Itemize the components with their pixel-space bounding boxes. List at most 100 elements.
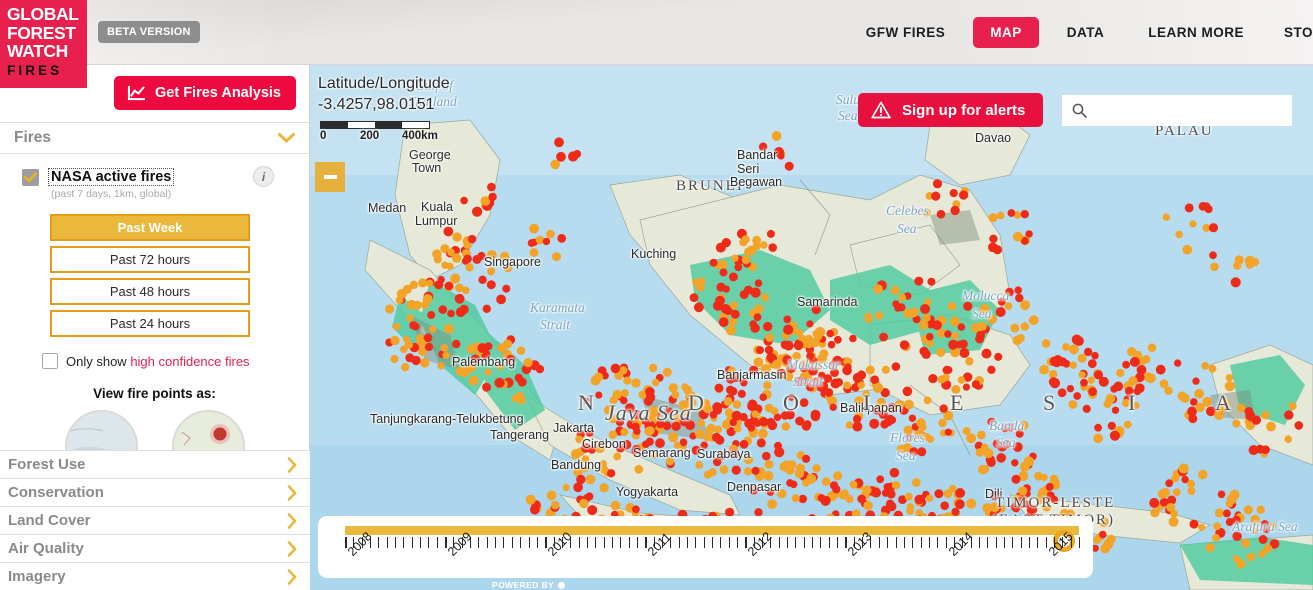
fire-point[interactable] <box>573 482 583 493</box>
fire-point[interactable] <box>826 329 834 338</box>
fire-point[interactable] <box>996 453 1006 463</box>
fire-point[interactable] <box>926 339 935 348</box>
fire-point[interactable] <box>943 489 953 499</box>
fire-point[interactable] <box>623 376 632 385</box>
fire-point[interactable] <box>437 362 445 370</box>
fire-point[interactable] <box>1208 223 1219 233</box>
get-fires-analysis-button[interactable]: Get Fires Analysis <box>114 76 296 110</box>
fire-point[interactable] <box>857 370 866 379</box>
fire-point[interactable] <box>834 378 843 387</box>
fire-point[interactable] <box>1083 347 1093 357</box>
section-header-fires[interactable]: Fires <box>0 123 309 154</box>
fire-point[interactable] <box>488 192 497 202</box>
fire-point[interactable] <box>725 325 736 336</box>
fire-point[interactable] <box>1209 251 1217 260</box>
fire-point[interactable] <box>557 234 567 243</box>
fire-point[interactable] <box>1168 516 1179 527</box>
fire-point[interactable] <box>768 243 777 252</box>
fire-point[interactable] <box>1016 334 1025 343</box>
fire-point[interactable] <box>1041 339 1051 348</box>
fire-point[interactable] <box>955 488 966 498</box>
fire-point[interactable] <box>454 293 465 304</box>
fire-point[interactable] <box>1174 359 1182 367</box>
fire-point[interactable] <box>552 252 561 262</box>
fire-point[interactable] <box>751 466 760 475</box>
fire-point[interactable] <box>525 494 536 505</box>
fire-point[interactable] <box>411 322 420 331</box>
fire-point[interactable] <box>1103 399 1112 409</box>
fire-point[interactable] <box>554 137 564 148</box>
fire-point[interactable] <box>444 323 454 334</box>
fire-point[interactable] <box>806 320 814 328</box>
fire-point[interactable] <box>829 403 837 411</box>
fire-point[interactable] <box>921 349 931 359</box>
fire-point[interactable] <box>976 330 985 340</box>
fire-point[interactable] <box>1093 433 1103 444</box>
fire-point[interactable] <box>1217 490 1226 499</box>
fire-point[interactable] <box>1135 383 1145 394</box>
fire-point[interactable] <box>812 329 821 338</box>
fire-point[interactable] <box>753 357 764 368</box>
fire-point[interactable] <box>530 504 540 515</box>
fire-point[interactable] <box>783 315 792 324</box>
fire-point[interactable] <box>810 409 821 420</box>
fire-point[interactable] <box>754 279 763 287</box>
fire-point[interactable] <box>632 505 640 514</box>
fire-point[interactable] <box>794 468 805 479</box>
fire-point[interactable] <box>784 465 795 475</box>
fire-point[interactable] <box>879 332 888 342</box>
fire-point[interactable] <box>876 475 885 484</box>
fire-point[interactable] <box>1194 388 1205 399</box>
fire-point[interactable] <box>981 348 992 359</box>
accordion-item-conservation[interactable]: Conservation <box>0 478 310 506</box>
fire-point[interactable] <box>756 346 764 355</box>
fire-point[interactable] <box>703 470 712 479</box>
fire-point[interactable] <box>889 467 900 478</box>
fire-point[interactable] <box>467 234 477 244</box>
fire-point[interactable] <box>634 464 644 474</box>
fire-point[interactable] <box>1180 393 1190 403</box>
fire-point[interactable] <box>1192 377 1200 385</box>
fire-point[interactable] <box>1069 344 1079 355</box>
fire-point[interactable] <box>1205 543 1215 553</box>
fire-point[interactable] <box>620 428 629 437</box>
fire-point[interactable] <box>1011 474 1021 484</box>
fire-point[interactable] <box>737 389 746 398</box>
fire-point[interactable] <box>986 457 996 467</box>
fire-point[interactable] <box>988 242 998 253</box>
fire-point[interactable] <box>728 387 738 396</box>
fire-point[interactable] <box>1256 505 1265 514</box>
fire-point[interactable] <box>550 500 560 510</box>
fire-point[interactable] <box>944 330 952 338</box>
fire-point[interactable] <box>760 241 768 249</box>
fire-point[interactable] <box>390 335 400 346</box>
fire-point[interactable] <box>444 281 454 291</box>
fire-point[interactable] <box>411 355 421 366</box>
fire-point[interactable] <box>908 307 919 318</box>
fire-point[interactable] <box>966 433 977 444</box>
fire-point[interactable] <box>400 363 410 372</box>
fire-point[interactable] <box>947 302 957 311</box>
fire-point[interactable] <box>502 339 513 349</box>
fire-point[interactable] <box>668 432 679 443</box>
fire-point[interactable] <box>1113 381 1124 392</box>
fire-point[interactable] <box>957 376 966 384</box>
fire-point[interactable] <box>442 351 450 360</box>
fire-point[interactable] <box>1129 356 1140 367</box>
fire-point[interactable] <box>750 323 760 333</box>
fire-point[interactable] <box>1213 522 1221 531</box>
fire-point[interactable] <box>1189 220 1197 228</box>
fire-point[interactable] <box>1080 378 1088 387</box>
fire-point[interactable] <box>852 421 863 432</box>
fire-point[interactable] <box>425 279 434 287</box>
range-button-past-48-hours[interactable]: Past 48 hours <box>50 278 250 305</box>
fire-point[interactable] <box>988 213 998 223</box>
fire-point[interactable] <box>494 377 505 388</box>
fire-point[interactable] <box>465 263 474 272</box>
fire-point[interactable] <box>482 382 492 392</box>
fire-point[interactable] <box>423 333 433 343</box>
fire-point[interactable] <box>764 403 774 413</box>
fire-point[interactable] <box>585 492 594 501</box>
fire-point[interactable] <box>729 318 738 327</box>
fire-point[interactable] <box>1175 230 1183 239</box>
